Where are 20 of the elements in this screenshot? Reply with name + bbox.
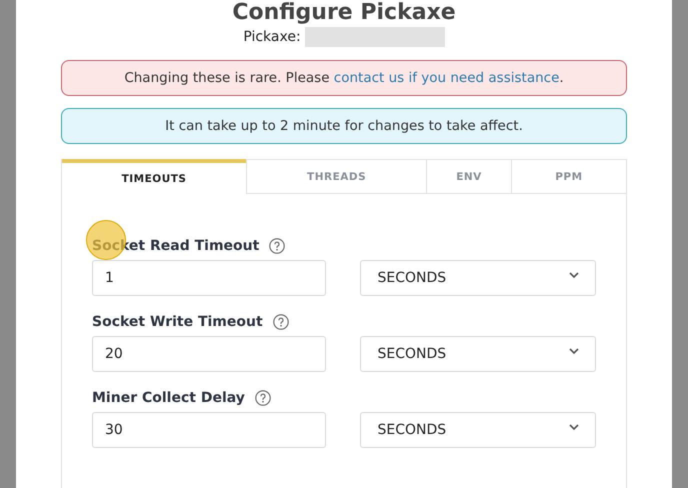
input-field[interactable]: 20 (92, 336, 326, 372)
chevron-down-icon (569, 348, 579, 354)
chevron-down-icon (569, 272, 579, 278)
dialog-title: Configure Pickaxe (231, 0, 457, 26)
alert-message: Changing these is rare. Please contact us if you need assistance. (61, 60, 627, 96)
chevron-down-icon (569, 424, 579, 430)
contact-link[interactable]: contact us if you need assistance (334, 70, 560, 86)
unit-dropdown[interactable]: SECONDS (360, 336, 596, 372)
input-field[interactable]: 1 (92, 260, 326, 296)
tab[interactable]: TIMEOUTS (62, 159, 246, 194)
field-label: Miner Collect Delay (92, 390, 245, 406)
unit-dropdown[interactable]: SECONDS (360, 260, 596, 296)
help-icon[interactable] (254, 390, 271, 406)
input-field[interactable]: 30 (92, 412, 326, 448)
help-icon[interactable] (272, 314, 289, 330)
help-icon[interactable] (269, 238, 286, 254)
unit-dropdown[interactable]: SECONDS (360, 412, 596, 448)
alert-message: It can take up to 2 minute for changes to take affect. (61, 108, 627, 144)
pickaxe-label: Pickaxe: (243, 29, 301, 45)
field-label: Socket Write Timeout (92, 314, 263, 330)
